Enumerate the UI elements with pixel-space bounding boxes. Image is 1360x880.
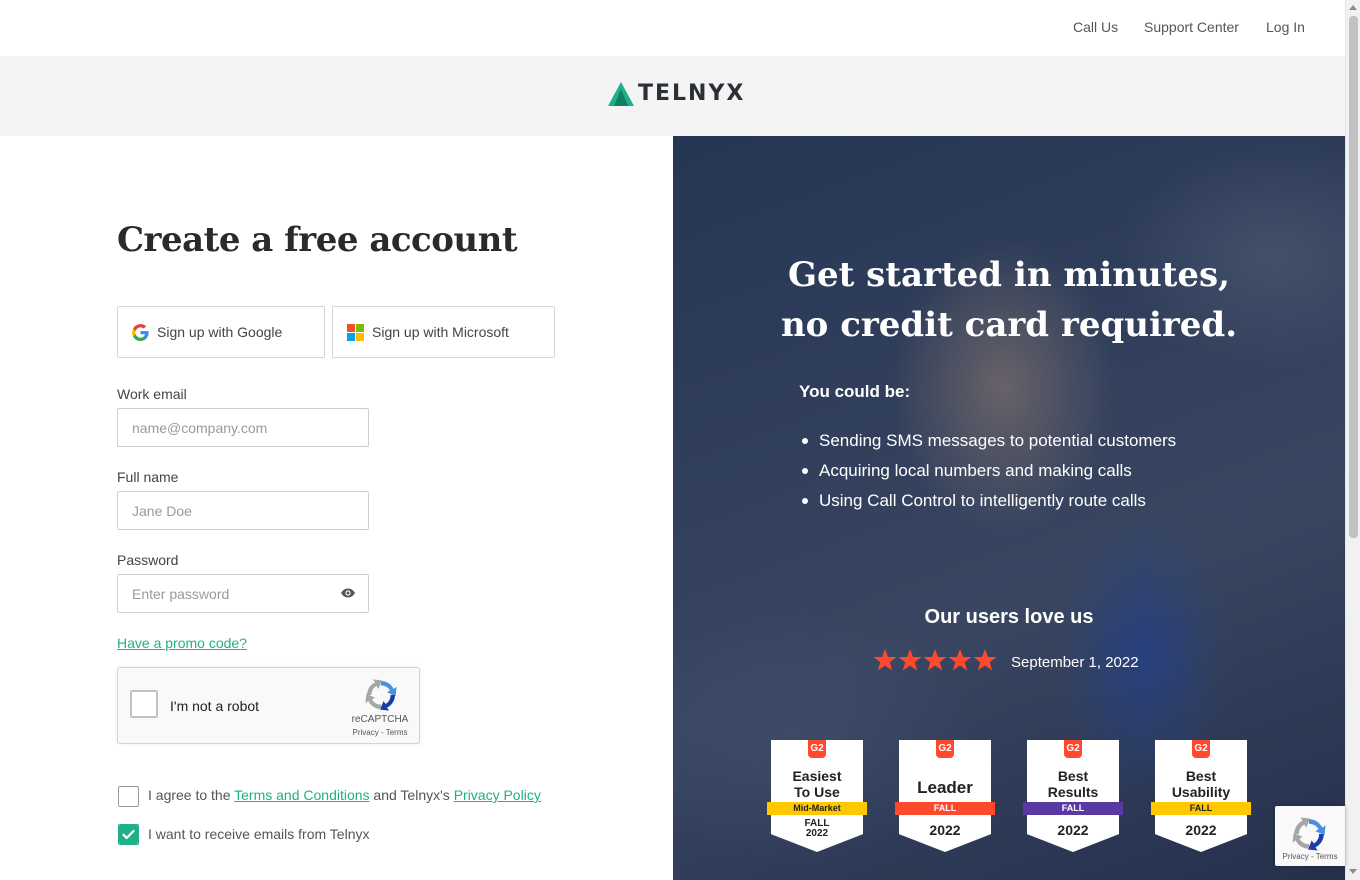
- recaptcha-floating-badge[interactable]: Privacy - Terms: [1275, 806, 1345, 866]
- badge-title: Best Usability: [1171, 768, 1231, 800]
- nav-call-us-link[interactable]: Call Us: [1073, 19, 1118, 35]
- scroll-up-arrow-icon[interactable]: [1349, 5, 1357, 10]
- full-name-field[interactable]: [117, 491, 369, 530]
- badge-ribbon: FALL: [1151, 802, 1251, 815]
- list-item: Acquiring local numbers and making calls: [799, 456, 1176, 486]
- badge-year: 2022: [1185, 822, 1217, 838]
- badge-ribbon: Mid-Market: [767, 802, 867, 815]
- badge-ribbon: FALL: [1023, 802, 1123, 815]
- logo-wordmark: TELNYX: [638, 81, 746, 106]
- star-icon: [898, 649, 922, 671]
- badge-year: 2022: [805, 828, 829, 839]
- g2-logo-icon: G2: [808, 740, 826, 758]
- badge-title: Best Results: [1047, 768, 1099, 800]
- recaptcha-label: I'm not a robot: [170, 698, 260, 714]
- g2-badge-leader: G2 Leader FALL 2022: [895, 740, 995, 854]
- g2-badge-best-results: G2 Best Results FALL 2022: [1023, 740, 1123, 854]
- microsoft-signup-label: Sign up with Microsoft: [372, 324, 509, 340]
- rating-stars: [873, 648, 998, 672]
- scroll-down-arrow-icon[interactable]: [1349, 869, 1357, 874]
- eye-icon[interactable]: [340, 586, 356, 600]
- google-icon: [132, 323, 149, 341]
- password-label: Password: [117, 552, 179, 568]
- star-icon: [873, 649, 897, 671]
- list-item: Using Call Control to intelligently rout…: [799, 486, 1176, 516]
- list-item: Sending SMS messages to potential custom…: [799, 426, 1176, 456]
- microsoft-icon: [347, 323, 364, 341]
- badge-year: 2022: [929, 822, 961, 838]
- badge-title: Easiest To Use: [792, 768, 842, 800]
- recaptcha-icon: [1292, 817, 1326, 851]
- star-icon: [973, 649, 997, 671]
- g2-badge-best-usability: G2 Best Usability FALL 2022: [1151, 740, 1251, 854]
- recaptcha-icon: [365, 679, 397, 711]
- hero-bullet-list: Sending SMS messages to potential custom…: [799, 426, 1176, 516]
- page-scrollbar[interactable]: [1345, 0, 1360, 880]
- rating-date: September 1, 2022: [1011, 654, 1139, 671]
- badge-ribbon: FALL: [895, 802, 995, 815]
- recaptcha-checkbox[interactable]: [130, 690, 158, 718]
- recaptcha-floating-links[interactable]: Privacy - Terms: [1275, 852, 1345, 861]
- star-icon: [923, 649, 947, 671]
- star-icon: [948, 649, 972, 671]
- agree-prefix: I agree to the: [148, 787, 235, 803]
- top-nav: Call Us Support Center Log In: [0, 0, 1345, 56]
- promo-code-link[interactable]: Have a promo code?: [117, 635, 247, 651]
- nav-support-center-link[interactable]: Support Center: [1144, 19, 1239, 35]
- full-name-label: Full name: [117, 469, 179, 485]
- agree-middle: and Telnyx's: [369, 787, 454, 803]
- emails-opt-in-checkbox[interactable]: [118, 824, 139, 845]
- g2-logo-icon: G2: [1192, 740, 1210, 758]
- page-title: Create a free account: [117, 220, 518, 260]
- nav-log-in-link[interactable]: Log In: [1266, 19, 1305, 35]
- email-label: Work email: [117, 386, 187, 402]
- agree-terms-text: I agree to the Terms and Conditions and …: [148, 787, 541, 803]
- telnyx-logo[interactable]: TELNYX: [607, 81, 745, 107]
- recaptcha-brand: reCAPTCHA: [351, 714, 409, 725]
- hero-title: Get started in minutes, no credit card r…: [780, 255, 1238, 345]
- g2-badge-easiest-to-use: G2 Easiest To Use Mid-Market FALL 2022: [767, 740, 867, 854]
- hero-subtitle: You could be:: [799, 382, 911, 401]
- recaptcha-links[interactable]: Privacy - Terms: [348, 728, 412, 737]
- microsoft-signup-button[interactable]: Sign up with Microsoft: [332, 306, 555, 358]
- agree-terms-checkbox[interactable]: [118, 786, 139, 807]
- telnyx-logo-mark-icon: [608, 82, 634, 106]
- g2-logo-icon: G2: [936, 740, 954, 758]
- recaptcha-widget: I'm not a robot reCAPTCHA Privacy - Term…: [117, 667, 420, 744]
- g2-logo-icon: G2: [1064, 740, 1082, 758]
- google-signup-button[interactable]: Sign up with Google: [117, 306, 325, 358]
- terms-link[interactable]: Terms and Conditions: [234, 787, 369, 803]
- emails-opt-in-label: I want to receive emails from Telnyx: [148, 826, 370, 842]
- checkmark-icon: [119, 825, 138, 844]
- users-love-heading: Our users love us: [924, 606, 1094, 628]
- badge-title: Leader: [917, 778, 973, 797]
- password-field[interactable]: [117, 574, 369, 613]
- privacy-link[interactable]: Privacy Policy: [454, 787, 541, 803]
- google-signup-label: Sign up with Google: [157, 324, 283, 340]
- badge-year: 2022: [1057, 822, 1089, 838]
- email-field[interactable]: [117, 408, 369, 447]
- scroll-thumb[interactable]: [1349, 16, 1358, 538]
- hero-panel: Get started in minutes, no credit card r…: [673, 136, 1345, 880]
